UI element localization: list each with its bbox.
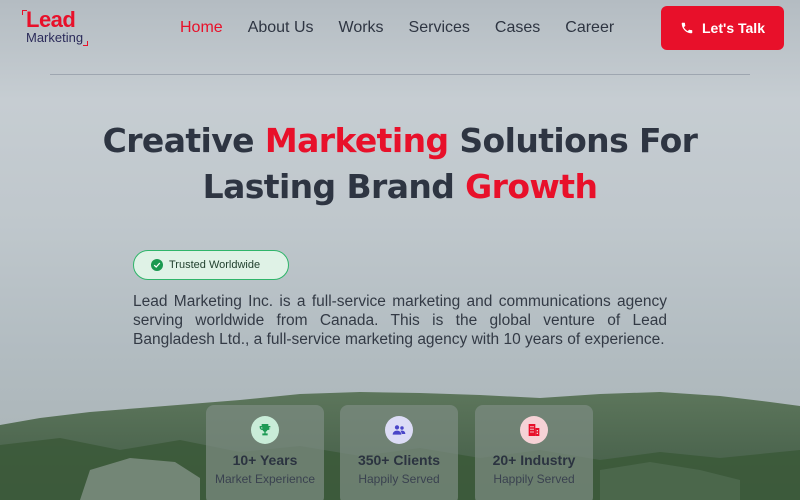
users-icon [385, 416, 413, 444]
check-circle-icon [151, 259, 163, 271]
lets-talk-button[interactable]: Let's Talk [661, 6, 784, 50]
stat-card-years: 10+ Years Market Experience [206, 405, 324, 500]
phone-icon [680, 21, 694, 35]
logo[interactable]: Lead Marketing [22, 8, 88, 48]
hero-description: Lead Marketing Inc. is a full-service ma… [133, 293, 667, 348]
trusted-worldwide-badge: Trusted Worldwide [133, 250, 289, 280]
logo-line2: Marketing [26, 30, 84, 45]
hero-headline: Creative Marketing Solutions For Lasting… [0, 118, 800, 210]
stat-label: Market Experience [214, 472, 316, 486]
stat-label: Happily Served [358, 472, 440, 486]
stat-card-industry: 20+ Industry Happily Served [475, 405, 593, 500]
logo-line1: Lead [26, 7, 76, 32]
headline-text: Lasting Brand [202, 167, 466, 206]
nav-item-services[interactable]: Services [409, 18, 470, 38]
stat-value: 20+ Industry [492, 452, 576, 468]
top-navigation: Lead Marketing Home About Us Works Servi… [0, 0, 800, 60]
nav-item-works[interactable]: Works [339, 18, 384, 38]
logo-corner-mark [83, 41, 88, 46]
badge-label: Trusted Worldwide [169, 259, 261, 271]
nav-item-career[interactable]: Career [565, 18, 614, 38]
headline-text: Creative [102, 121, 265, 160]
trophy-icon [251, 416, 279, 444]
nav-item-home[interactable]: Home [180, 18, 223, 38]
stat-value: 350+ Clients [357, 452, 441, 468]
stat-label: Happily Served [493, 472, 575, 486]
nav-item-cases[interactable]: Cases [495, 18, 540, 38]
main-menu: Home About Us Works Services Cases Caree… [180, 18, 639, 38]
header-divider [50, 74, 750, 75]
headline-highlight: Growth [465, 167, 598, 206]
lets-talk-label: Let's Talk [702, 20, 765, 36]
nav-item-about-us[interactable]: About Us [248, 18, 314, 38]
stat-value: 10+ Years [232, 452, 298, 468]
stat-card-clients: 350+ Clients Happily Served [340, 405, 458, 500]
headline-highlight: Marketing [264, 121, 449, 160]
headline-text: Solutions For [448, 121, 698, 160]
building-icon [520, 416, 548, 444]
